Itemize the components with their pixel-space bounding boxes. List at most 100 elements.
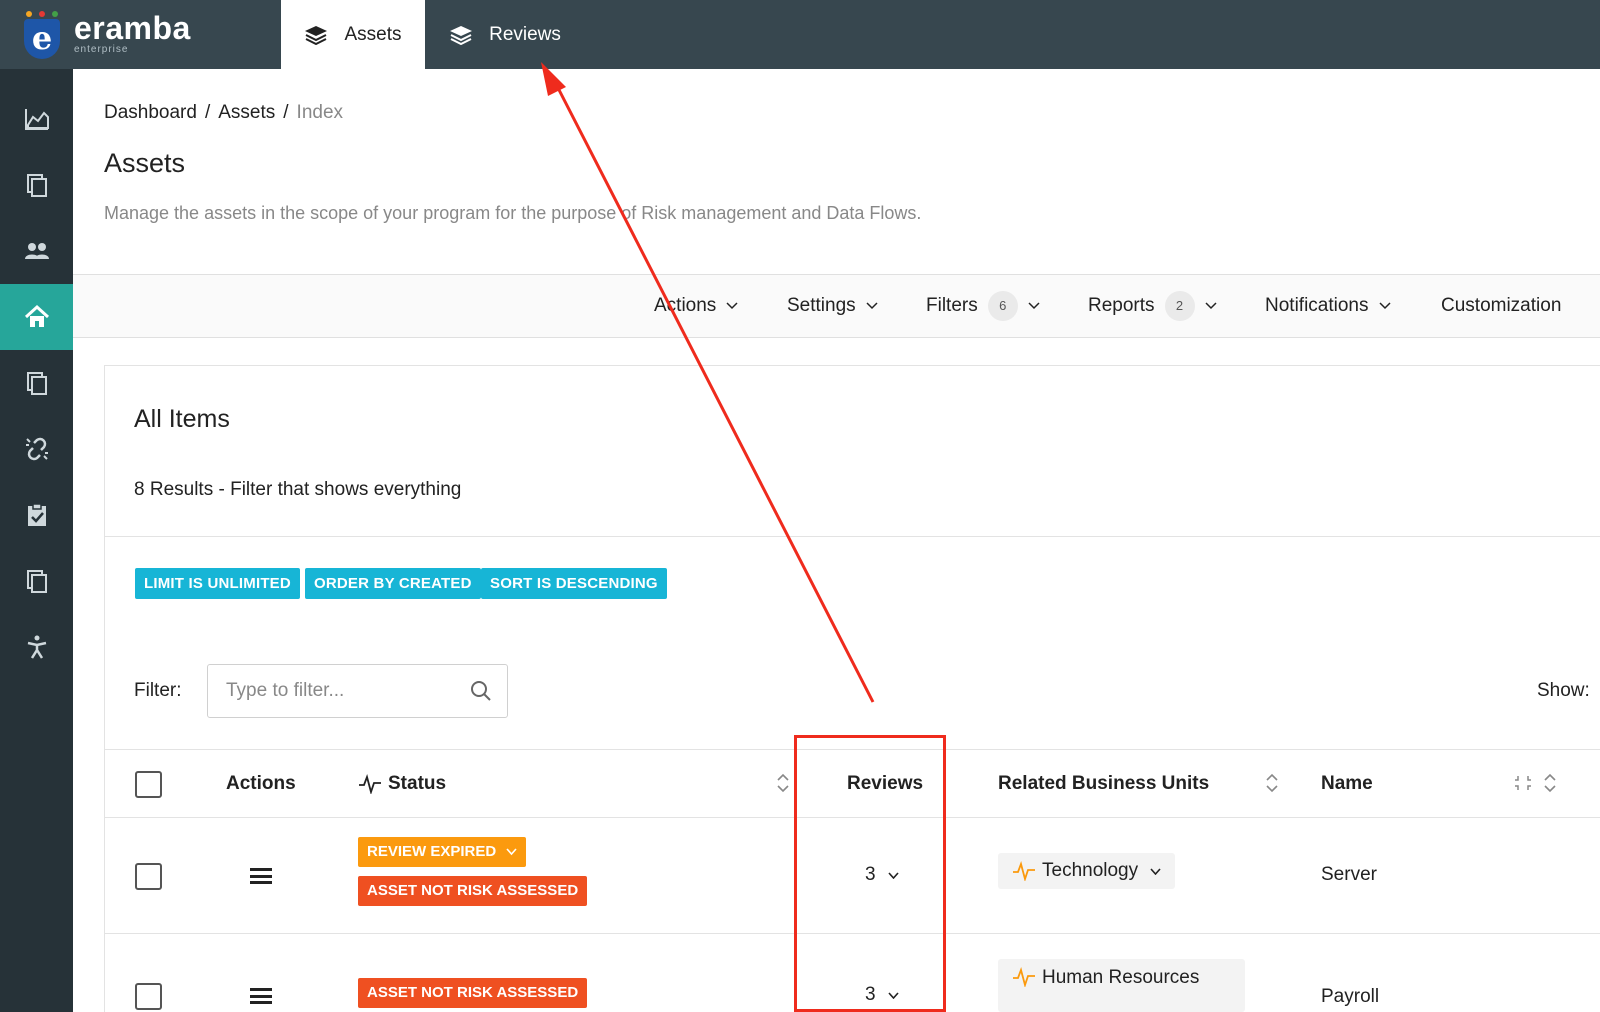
actions-menu[interactable]: Actions [654,275,738,337]
breadcrumb: Dashboard / Assets / Index [104,102,343,124]
toolbar: Actions Settings Filters 6 Reports 2 Not… [73,274,1600,338]
layers-icon [305,25,328,45]
sort-icon[interactable] [776,772,790,794]
row-checkbox[interactable] [135,983,162,1010]
status-badge-label: ASSET NOT RISK ASSESSED [367,984,579,1001]
filters-menu-label: Filters [926,295,978,316]
row-checkbox[interactable] [135,863,162,890]
copy-icon [26,570,47,593]
chevron-down-icon [1205,302,1217,310]
logo-badge-icon: e [22,9,62,61]
tab-reviews[interactable]: Reviews [425,0,585,69]
customization-menu-label: Customization [1441,295,1562,316]
chart-icon [24,109,49,130]
reports-menu-label: Reports [1088,295,1155,316]
reports-count-badge: 2 [1164,291,1195,321]
notifications-menu[interactable]: Notifications [1265,275,1391,337]
panel-title: All Items [134,405,230,433]
sort-icon[interactable] [1265,772,1279,794]
breadcrumb-separator: / [283,102,289,123]
limit-pill[interactable]: LIMIT IS UNLIMITED [135,568,300,599]
select-all-checkbox[interactable] [135,771,162,798]
search-icon [471,681,491,701]
business-unit-chip[interactable]: Human Resources [998,959,1245,1012]
panel-divider [104,536,1600,537]
status-badge-label: REVIEW EXPIRED [367,843,497,860]
page-title: Assets [104,148,186,178]
tab-assets-label: Assets [344,23,402,45]
status-badge[interactable]: REVIEW EXPIRED [358,837,527,867]
column-header-actions: Actions [226,773,296,795]
breadcrumb-separator: / [204,102,211,123]
pulse-icon [1013,861,1035,881]
sidebar-item-accessibility[interactable] [0,614,73,680]
column-name-label: Name [1321,773,1373,794]
results-summary: 8 Results - Filter that shows everything [134,479,462,500]
settings-menu-label: Settings [787,295,856,316]
collapse-icon[interactable] [1515,774,1531,792]
sidebar-item-assets[interactable] [0,350,73,416]
chevron-down-icon [866,302,878,310]
notifications-menu-label: Notifications [1265,295,1369,316]
asset-name: Payroll [1321,986,1380,1007]
filters-menu[interactable]: Filters 6 [926,275,1040,337]
order-pill[interactable]: ORDER BY CREATED [305,568,481,599]
row-actions-menu-icon[interactable] [250,868,272,884]
sidebar-item-users[interactable] [0,218,73,284]
settings-menu[interactable]: Settings [787,275,878,337]
sidebar-item-links[interactable] [0,416,73,482]
copy-icon [26,174,47,197]
sidebar-item-tasks[interactable] [0,482,73,548]
business-unit-label: Human Resources [1042,967,1200,988]
pulse-icon [1013,967,1035,987]
column-header-business-units[interactable]: Related Business Units [998,773,1209,795]
actions-menu-label: Actions [654,295,717,316]
chevron-down-icon [726,302,738,310]
app-logo[interactable]: e eramba enterprise [0,0,281,69]
asset-name: Server [1321,864,1377,885]
column-business-units-label: Related Business Units [998,773,1210,794]
status-badge: ASSET NOT RISK ASSESSED [358,876,588,906]
customization-menu[interactable]: Customization [1441,275,1561,337]
page-description: Manage the assets in the scope of your p… [104,203,922,223]
layers-icon [450,25,473,45]
sidebar [0,69,73,1012]
show-label: Show: [1537,680,1590,701]
users-icon [24,243,49,259]
sidebar-item-dashboard[interactable] [0,86,73,152]
sort-icon[interactable] [1543,772,1557,794]
pulse-icon [359,774,381,794]
filter-input[interactable] [207,664,508,718]
sidebar-item-documents[interactable] [0,152,73,218]
clipboard-check-icon [27,503,46,526]
column-actions-label: Actions [226,773,296,794]
sort-pill[interactable]: SORT IS DESCENDING [481,568,667,599]
status-badge-label: ASSET NOT RISK ASSESSED [367,882,579,899]
accessibility-icon [27,635,46,659]
business-unit-label: Technology [1042,860,1139,881]
filter-label: Filter: [134,680,182,701]
chevron-down-icon [1150,867,1161,875]
sidebar-item-home[interactable] [0,284,73,350]
broken-link-icon [25,437,48,461]
reports-menu[interactable]: Reports 2 [1088,275,1217,337]
chevron-down-icon [1028,302,1040,310]
row-actions-menu-icon[interactable] [250,988,272,1004]
status-badge: ASSET NOT RISK ASSESSED [358,978,588,1008]
business-unit-chip[interactable]: Technology [998,853,1176,889]
tab-assets[interactable]: Assets [281,0,425,69]
sidebar-item-reports[interactable] [0,548,73,614]
breadcrumb-assets[interactable]: Assets [218,102,275,124]
tab-reviews-label: Reviews [489,23,561,45]
home-icon [24,304,49,327]
column-header-status[interactable]: Status [358,773,446,795]
logo-name: eramba [74,10,191,46]
chevron-down-icon [506,848,517,856]
breadcrumb-index: Index [296,102,344,123]
breadcrumb-dashboard[interactable]: Dashboard [104,102,197,124]
copy-icon [26,372,47,395]
column-status-label: Status [388,773,447,794]
column-header-name[interactable]: Name [1321,773,1373,795]
annotation-highlight-box [794,735,946,1012]
chevron-down-icon [1378,302,1391,310]
